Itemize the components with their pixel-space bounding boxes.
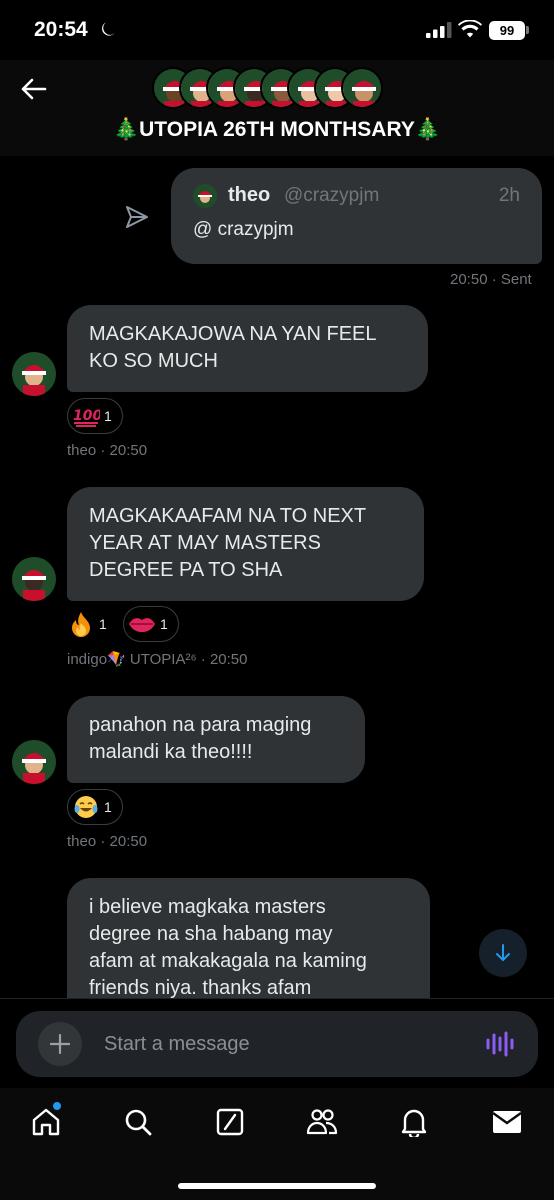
reaction-count: 1 — [160, 616, 168, 632]
status-bar: 20:54 99 — [0, 0, 554, 60]
hundred-points-icon: 100 — [72, 402, 100, 430]
quote-author-avatar — [193, 184, 217, 208]
envelope-icon — [492, 1111, 522, 1133]
message-line: malandi ka theo!!!! — [89, 741, 253, 763]
message-line: friends niya. thanks afam — [89, 977, 312, 998]
message-line: MAGKAKAAFAM NA TO NEXT — [89, 505, 367, 527]
bell-icon — [401, 1109, 427, 1137]
reaction-chip[interactable]: 1 — [67, 789, 123, 825]
composer-area — [0, 998, 554, 1088]
scroll-to-bottom-button[interactable] — [479, 929, 527, 977]
nav-grok[interactable] — [210, 1102, 250, 1142]
nav-communities[interactable] — [302, 1102, 342, 1142]
message-line: MAGKAKAJOWA NA YAN FEEL — [89, 323, 377, 345]
message-input[interactable] — [104, 1025, 464, 1063]
home-icon — [32, 1108, 60, 1136]
nav-notifications[interactable] — [394, 1102, 434, 1142]
message-list[interactable]: theo @crazypjm 2h @ crazypjm 20:50 · Sen… — [0, 156, 554, 998]
group-avatar-stack[interactable] — [152, 67, 412, 111]
grok-icon — [216, 1108, 244, 1136]
nav-messages[interactable] — [487, 1102, 527, 1142]
message-bubble[interactable]: MAGKAKAJOWA NA YAN FEEL KO SO MUCH — [67, 305, 428, 392]
message-bubble[interactable]: panahon na para maging malandi ka theo!!… — [67, 696, 365, 783]
sender-avatar[interactable] — [12, 352, 56, 396]
message-meta: indigo🪁 UTOPIA²⁶ · 20:50 — [67, 651, 248, 668]
home-notification-dot — [53, 1102, 61, 1110]
tears-of-joy-icon — [72, 793, 100, 821]
quote-timestamp: 2h — [498, 185, 520, 206]
search-icon — [125, 1109, 152, 1136]
reaction-count: 1 — [104, 799, 112, 815]
message-meta: theo · 20:50 — [67, 833, 148, 850]
member-avatar — [341, 67, 383, 109]
sender-avatar[interactable] — [12, 740, 56, 784]
message-meta: theo · 20:50 — [67, 442, 148, 459]
wifi-icon — [458, 20, 482, 38]
add-attachment-button[interactable] — [38, 1022, 82, 1066]
back-button[interactable] — [16, 72, 52, 106]
battery-indicator: 99 — [489, 21, 525, 40]
send-icon — [126, 206, 148, 228]
message-line: YEAR AT MAY MASTERS — [89, 532, 321, 554]
fire-icon — [67, 610, 95, 638]
message-line: i believe magkaka masters — [89, 896, 326, 918]
reaction-count: 1 — [104, 408, 112, 424]
home-indicator — [178, 1183, 376, 1189]
group-title[interactable]: 🎄UTOPIA 26TH MONTHSARY🎄 — [0, 118, 554, 142]
moon-icon — [102, 22, 115, 36]
message-bubble[interactable]: MAGKAKAAFAM NA TO NEXT YEAR AT MAY MASTE… — [67, 487, 424, 601]
lips-icon — [128, 610, 156, 638]
message-line: afam at makakagala na kaming — [89, 950, 367, 972]
cellular-signal-icon — [426, 22, 452, 38]
message-bubble[interactable]: i believe magkaka masters degree na sha … — [67, 878, 430, 998]
svg-text:100: 100 — [73, 408, 100, 424]
message-line: panahon na para maging — [89, 714, 312, 736]
status-time: 20:54 — [34, 18, 88, 41]
communities-icon — [306, 1109, 338, 1135]
conversation-header: 🎄UTOPIA 26TH MONTHSARY🎄 — [0, 60, 554, 156]
message-line: DEGREE PA TO SHA — [89, 559, 283, 581]
reaction-count: 1 — [99, 616, 107, 632]
shared-post-card[interactable]: theo @crazypjm 2h @ crazypjm — [171, 168, 542, 264]
voice-message-icon[interactable] — [484, 1028, 516, 1060]
quote-author-handle: @crazypjm — [284, 185, 380, 206]
quote-text: @ crazypjm — [193, 219, 294, 240]
reaction-chip[interactable]: 1 — [123, 606, 179, 642]
plus-icon — [50, 1034, 70, 1054]
message-line: degree na sha habang may — [89, 923, 333, 945]
quote-author-name: theo — [228, 184, 271, 206]
message-composer — [16, 1011, 538, 1077]
arrow-down-icon — [496, 944, 510, 961]
nav-search[interactable] — [118, 1102, 158, 1142]
sent-status: 20:50 · Sent — [450, 271, 532, 288]
message-line: KO SO MUCH — [89, 350, 218, 372]
reaction-chip[interactable]: 100 1 — [67, 398, 123, 434]
reaction-chip[interactable]: 1 — [62, 606, 118, 642]
battery-tip — [526, 26, 529, 34]
sender-avatar[interactable] — [12, 557, 56, 601]
arrow-left-icon — [21, 78, 47, 100]
